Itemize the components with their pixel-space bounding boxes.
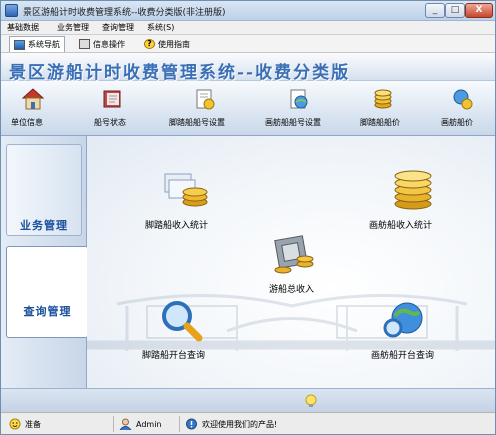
nav-icon [14,39,25,50]
lightbulb-icon [305,394,317,407]
smiley-icon [9,418,21,430]
tile-label: 画舫船收入统计 [369,221,433,231]
status-state: 准备 [9,417,41,431]
toolbar-label: 脚踏船船价 [360,118,400,127]
tab-label: 信息操作 [93,39,125,49]
gold-coins-icon [394,170,432,210]
nav-label: 业务管理 [20,219,68,232]
toolbar-pedal-boat-price-button[interactable]: 脚踏船船价 [357,85,409,133]
tile-label: 游船总收入 [269,285,315,295]
toolbar-label: 脚踏船船号设置 [169,118,225,127]
nav-business-management[interactable]: 业务管理 [6,144,82,236]
banner-title: 景区游船计时收费管理系统--收费分类版 [9,63,351,83]
tile-painted-boat-open-query[interactable]: 画舫船开台查询 [365,298,465,366]
toolbar-pedal-boat-number-button[interactable]: 脚踏船船号设置 [169,85,241,133]
menu-query[interactable]: 查询管理 [102,22,134,33]
tile-painted-boat-income[interactable]: 画舫船收入统计 [365,166,461,236]
title-bar[interactable]: 景区游船计时收费管理系统--收费分类版(非注册版) _ □ X [1,1,495,21]
toolbar-label: 船号状态 [94,118,126,127]
magnifier-icon [162,301,203,342]
toolbar-boat-status-button[interactable]: 船号状态 [89,85,137,133]
maximize-button[interactable]: □ [445,3,465,18]
user-icon [119,418,132,430]
tab-row: 系统导航 信息操作 ? 使用指南 [1,35,495,53]
left-nav: 业务管理 查询管理 [1,136,88,388]
status-bar: 准备 Admin 欢迎使用我们的产品! [1,412,495,434]
tile-pedal-boat-income[interactable]: 脚踏船收入统计 [139,166,235,236]
status-message-text: 欢迎使用我们的产品! [202,419,278,429]
status-divider [179,416,180,432]
tile-label: 脚踏船收入统计 [145,221,209,231]
money-box-icon [274,235,314,274]
toolbar-painted-boat-number-button[interactable]: 画舫船船号设置 [263,85,335,133]
globe-doc-icon [290,89,308,109]
close-button[interactable]: X [465,3,493,18]
tile-label: 画舫船开台查询 [371,351,435,361]
globe-coin-icon [453,89,473,110]
globe-search-icon [383,302,423,338]
menu-system[interactable]: 系统(S) [147,22,174,33]
toolbar-painted-boat-price-button[interactable]: 画舫船价 [437,85,491,133]
help-icon: ? [144,39,155,49]
tab-label: 使用指南 [158,39,190,49]
status-divider [113,416,114,432]
window-title: 景区游船计时收费管理系统--收费分类版(非注册版) [23,8,226,18]
settings-doc-icon [196,89,215,110]
menu-bar: 基础数据 业务管理 查询管理 系统(S) [1,21,495,35]
banner: 景区游船计时收费管理系统--收费分类版 [1,53,495,83]
bottom-strip [1,388,495,412]
nav-query-management[interactable]: 查询管理 [6,246,88,338]
status-state-text: 准备 [25,419,41,429]
tile-pedal-boat-open-query[interactable]: 脚踏船开台查询 [139,298,239,366]
tile-boat-total-income[interactable]: 游船总收入 [257,228,337,300]
main-panel: 脚踏船收入统计 画舫船收入统计 游船总收入 脚踏船开台查询 画舫船开台查询 [87,136,495,388]
menu-business[interactable]: 业务管理 [57,22,89,33]
toolbar: 单位信息 船号状态 脚踏船船号设置 画舫船船号设置 脚踏船船价 画舫船价 [1,81,495,136]
status-user: Admin [119,417,162,431]
main-window: 景区游船计时收费管理系统--收费分类版(非注册版) _ □ X 基础数据 业务管… [0,0,496,435]
tab-user-guide[interactable]: ? 使用指南 [140,36,194,52]
tile-label: 脚踏船开台查询 [142,351,206,361]
menu-basic-data[interactable]: 基础数据 [7,22,39,33]
toolbar-unit-info-button[interactable]: 单位信息 [9,85,57,133]
tab-system-nav[interactable]: 系统导航 [9,36,65,52]
status-message: 欢迎使用我们的产品! [185,417,277,431]
status-user-text: Admin [136,419,162,429]
nav-label: 查询管理 [23,305,72,318]
toolbar-label: 画舫船价 [441,118,473,127]
tab-info-ops[interactable]: 信息操作 [75,36,129,52]
coins-stack-icon [164,173,208,207]
minimize-button[interactable]: _ [425,3,445,18]
app-icon [5,4,18,17]
house-icon [21,88,45,110]
tab-label: 系统导航 [28,40,60,49]
info-icon [79,39,90,49]
coins-icon [374,89,392,109]
toolbar-label: 单位信息 [11,118,43,127]
notify-icon [186,418,197,430]
toolbar-label: 画舫船船号设置 [265,118,321,127]
book-icon [103,90,121,108]
